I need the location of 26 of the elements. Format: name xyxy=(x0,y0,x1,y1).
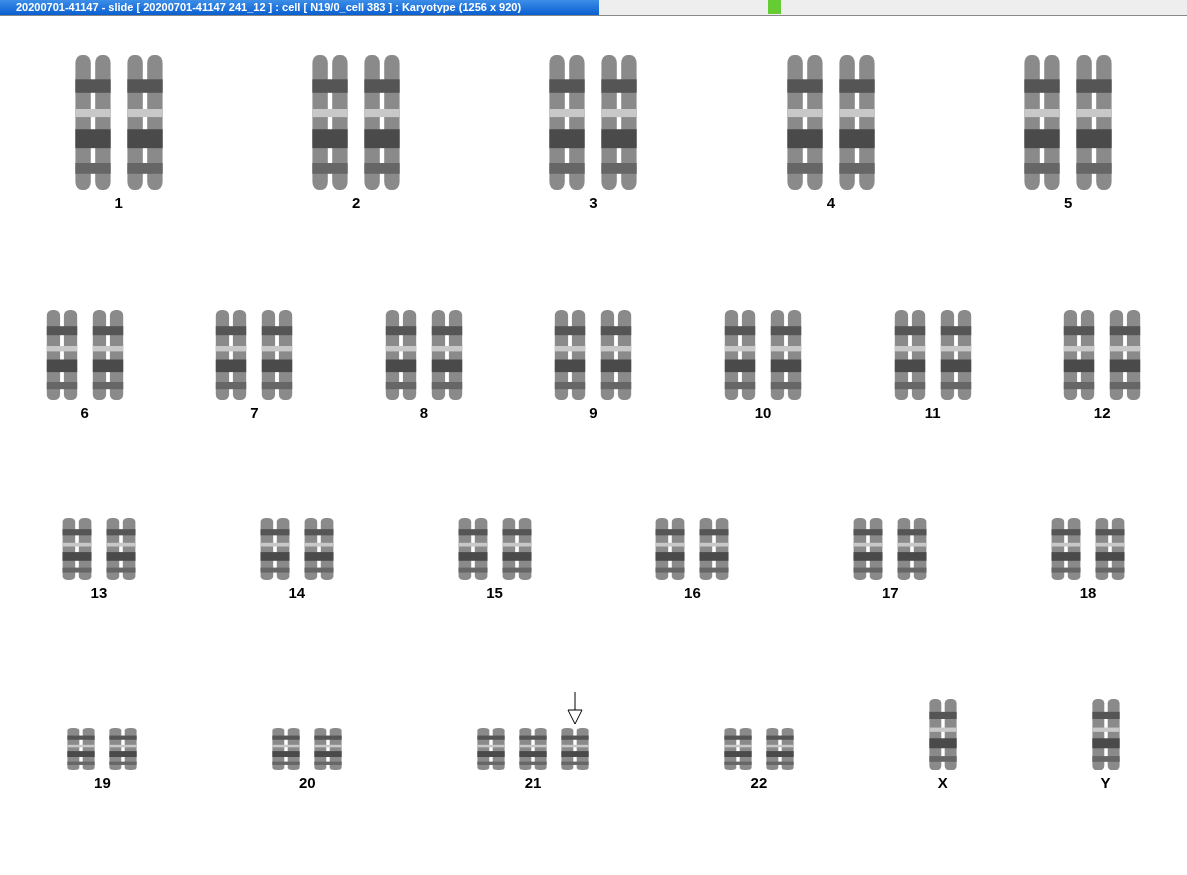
chromosome-label: 10 xyxy=(754,404,772,421)
chromosome-label: Y xyxy=(1100,774,1111,791)
chromosome-label: 19 xyxy=(94,774,111,791)
chromosome-label: 7 xyxy=(250,404,259,421)
chromosome-label: 20 xyxy=(298,774,316,791)
chromosome-label: 1 xyxy=(114,194,123,211)
chromosome-label: 17 xyxy=(881,584,899,601)
chromosome-label: 3 xyxy=(589,194,598,211)
window-title: 20200701-41147 - slide [ 20200701-41147 241_12 ] : cell [ N19/0_cell 383 ] : Karyotype (1256 x 920) xyxy=(0,0,599,15)
chromosome-label: 14 xyxy=(288,584,306,601)
chromosome-label: 5 xyxy=(1064,194,1073,211)
chromosome-label: 4 xyxy=(826,194,836,211)
chromosome-label: 6 xyxy=(80,404,89,421)
chromosome-label: X xyxy=(937,774,948,791)
chromosome-label: 8 xyxy=(419,404,429,421)
chromosome-label: 18 xyxy=(1079,584,1097,601)
chromosome-label: 9 xyxy=(589,404,598,421)
chromosome-label: 13 xyxy=(90,584,108,601)
chromosome-label: 2 xyxy=(351,194,361,211)
chromosome-label: 21 xyxy=(524,774,542,791)
chromosome-label: 15 xyxy=(486,584,503,601)
chromosome-label: 16 xyxy=(684,584,701,601)
chromosome-label: 22 xyxy=(750,774,768,791)
status-indicator-icon xyxy=(768,0,781,14)
chromosome-label: 12 xyxy=(1093,404,1111,421)
chromosome-label: 11 xyxy=(924,404,941,421)
